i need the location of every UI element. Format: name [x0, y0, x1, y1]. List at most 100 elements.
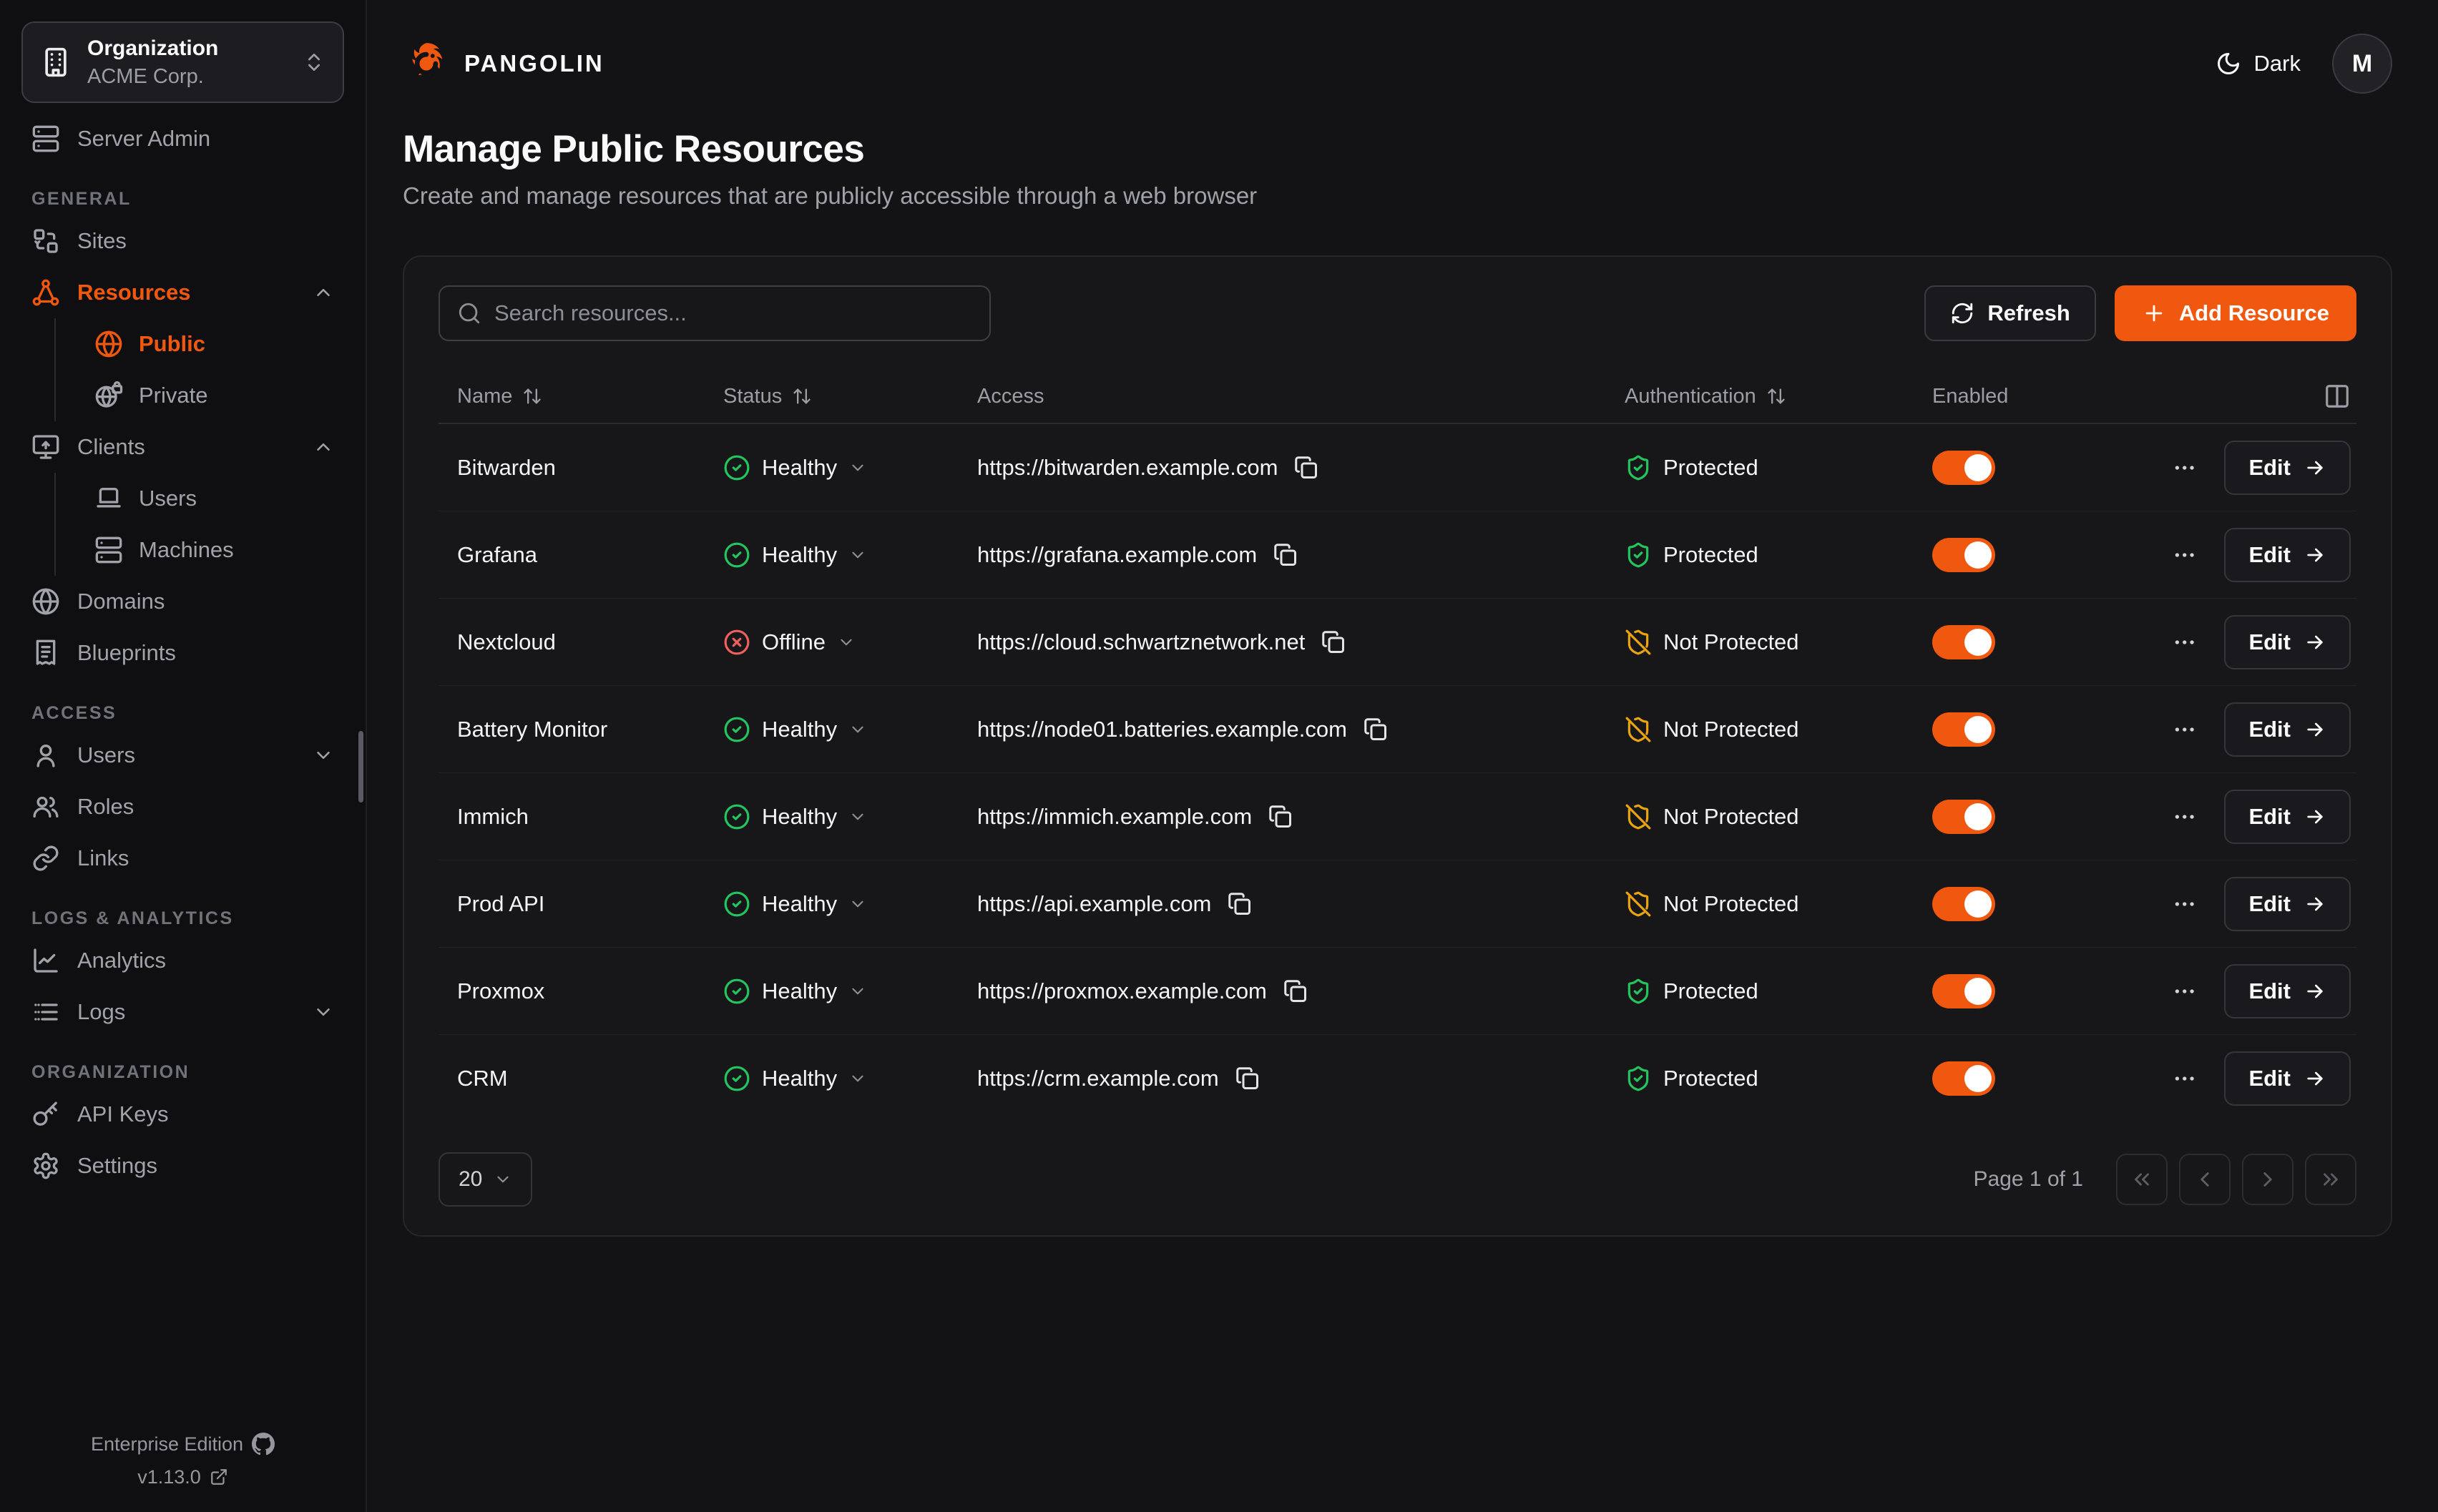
- sidebar-item-public[interactable]: Public: [84, 318, 344, 370]
- sidebar-item-blueprints[interactable]: Blueprints: [21, 627, 344, 679]
- chevron-down-icon: [848, 807, 867, 826]
- resource-url[interactable]: https://bitwarden.example.com: [977, 455, 1278, 481]
- enabled-toggle[interactable]: [1932, 538, 1995, 572]
- edit-button[interactable]: Edit: [2224, 441, 2351, 495]
- edit-button[interactable]: Edit: [2224, 1051, 2351, 1106]
- copy-url-button[interactable]: [1321, 629, 1346, 655]
- status-dropdown[interactable]: Healthy: [705, 454, 959, 481]
- sidebar-item-analytics[interactable]: Analytics: [21, 935, 344, 986]
- copy-url-button[interactable]: [1363, 717, 1389, 742]
- shield-check-icon: [1625, 1065, 1652, 1092]
- avatar-initial: M: [2352, 50, 2372, 78]
- copy-url-button[interactable]: [1268, 804, 1293, 830]
- status-dropdown[interactable]: Healthy: [705, 1065, 959, 1092]
- column-header-name[interactable]: Name: [439, 385, 705, 408]
- github-icon[interactable]: [252, 1433, 275, 1455]
- sidebar-item-settings[interactable]: Settings: [21, 1140, 344, 1192]
- brand[interactable]: PANGOLIN: [403, 40, 604, 87]
- sidebar-item-links[interactable]: Links: [21, 833, 344, 884]
- row-menu-button[interactable]: [2172, 889, 2197, 919]
- avatar[interactable]: M: [2332, 34, 2392, 94]
- sidebar-item-logs[interactable]: Logs: [21, 986, 344, 1038]
- sidebar-item-label: Public: [139, 331, 334, 357]
- edit-label: Edit: [2248, 542, 2291, 568]
- circle-check-icon: [723, 803, 750, 830]
- status-dropdown[interactable]: Healthy: [705, 978, 959, 1005]
- edit-button[interactable]: Edit: [2224, 702, 2351, 757]
- enabled-toggle[interactable]: [1932, 800, 1995, 834]
- row-menu-button[interactable]: [2172, 976, 2197, 1006]
- status-label: Healthy: [762, 542, 837, 568]
- server-icon: [94, 536, 123, 564]
- sidebar-item-api-keys[interactable]: API Keys: [21, 1089, 344, 1140]
- sidebar-item-roles[interactable]: Roles: [21, 781, 344, 833]
- row-menu-button[interactable]: [2172, 540, 2197, 570]
- sidebar-item-client-users[interactable]: Users: [84, 473, 344, 524]
- theme-toggle-button[interactable]: Dark: [2216, 51, 2301, 77]
- copy-url-button[interactable]: [1283, 978, 1308, 1004]
- arrow-right-icon: [2304, 1067, 2326, 1090]
- edit-button[interactable]: Edit: [2224, 528, 2351, 582]
- resource-url[interactable]: https://cloud.schwartznetwork.net: [977, 629, 1305, 655]
- column-header-authentication[interactable]: Authentication: [1606, 385, 1914, 408]
- resource-url[interactable]: https://immich.example.com: [977, 804, 1252, 830]
- resource-url[interactable]: https://crm.example.com: [977, 1066, 1219, 1091]
- last-page-button[interactable]: [2305, 1154, 2356, 1205]
- copy-url-button[interactable]: [1227, 891, 1253, 917]
- edit-label: Edit: [2248, 978, 2291, 1004]
- page-size-select[interactable]: 20: [439, 1152, 532, 1207]
- copy-url-button[interactable]: [1273, 542, 1298, 568]
- search-input[interactable]: [494, 300, 972, 326]
- enabled-toggle[interactable]: [1932, 625, 1995, 659]
- row-menu-button[interactable]: [2172, 715, 2197, 745]
- resource-url[interactable]: https://api.example.com: [977, 891, 1211, 917]
- first-page-button[interactable]: [2116, 1154, 2168, 1205]
- next-page-button[interactable]: [2242, 1154, 2293, 1205]
- sidebar-item-clients[interactable]: Clients: [21, 421, 344, 473]
- org-switcher[interactable]: Organization ACME Corp.: [21, 21, 344, 103]
- enabled-toggle[interactable]: [1932, 712, 1995, 747]
- enabled-toggle[interactable]: [1932, 887, 1995, 921]
- resource-name: Prod API: [439, 891, 705, 917]
- sidebar-scrollbar-thumb[interactable]: [358, 731, 363, 802]
- sidebar-item-machines[interactable]: Machines: [84, 524, 344, 576]
- copy-url-button[interactable]: [1235, 1066, 1260, 1091]
- status-dropdown[interactable]: Healthy: [705, 890, 959, 918]
- resource-url[interactable]: https://proxmox.example.com: [977, 978, 1267, 1004]
- status-dropdown[interactable]: Healthy: [705, 716, 959, 743]
- row-menu-button[interactable]: [2172, 627, 2197, 657]
- copy-url-button[interactable]: [1293, 455, 1319, 481]
- chevron-down-icon: [848, 982, 867, 1001]
- sidebar-item-sites[interactable]: Sites: [21, 215, 344, 267]
- status-dropdown[interactable]: Healthy: [705, 803, 959, 830]
- status-dropdown[interactable]: Healthy: [705, 541, 959, 569]
- column-header-status[interactable]: Status: [705, 385, 959, 408]
- chevron-down-icon: [837, 633, 856, 652]
- toggle-knob: [1964, 1065, 1992, 1092]
- sidebar-item-server-admin[interactable]: Server Admin: [21, 113, 344, 165]
- prev-page-button[interactable]: [2179, 1154, 2231, 1205]
- row-menu-button[interactable]: [2172, 1064, 2197, 1094]
- external-link-icon[interactable]: [210, 1468, 228, 1486]
- arrow-up-down-icon: [522, 386, 542, 406]
- edit-button[interactable]: Edit: [2224, 615, 2351, 669]
- sidebar-item-resources[interactable]: Resources: [21, 267, 344, 318]
- resource-url[interactable]: https://node01.batteries.example.com: [977, 717, 1347, 742]
- edit-button[interactable]: Edit: [2224, 964, 2351, 1018]
- row-menu-button[interactable]: [2172, 453, 2197, 483]
- sidebar-item-users[interactable]: Users: [21, 730, 344, 781]
- status-dropdown[interactable]: Offline: [705, 629, 959, 656]
- edit-button[interactable]: Edit: [2224, 790, 2351, 844]
- sidebar-item-domains[interactable]: Domains: [21, 576, 344, 627]
- refresh-button[interactable]: Refresh: [1924, 285, 2095, 341]
- resource-url[interactable]: https://grafana.example.com: [977, 542, 1257, 568]
- enabled-toggle[interactable]: [1932, 1061, 1995, 1096]
- edit-button[interactable]: Edit: [2224, 877, 2351, 931]
- sidebar-item-private[interactable]: Private: [84, 370, 344, 421]
- enabled-toggle[interactable]: [1932, 451, 1995, 485]
- enabled-toggle[interactable]: [1932, 974, 1995, 1008]
- columns-view-button[interactable]: [2324, 383, 2351, 410]
- row-menu-button[interactable]: [2172, 802, 2197, 832]
- arrow-right-icon: [2304, 631, 2326, 654]
- add-resource-button[interactable]: Add Resource: [2115, 285, 2356, 341]
